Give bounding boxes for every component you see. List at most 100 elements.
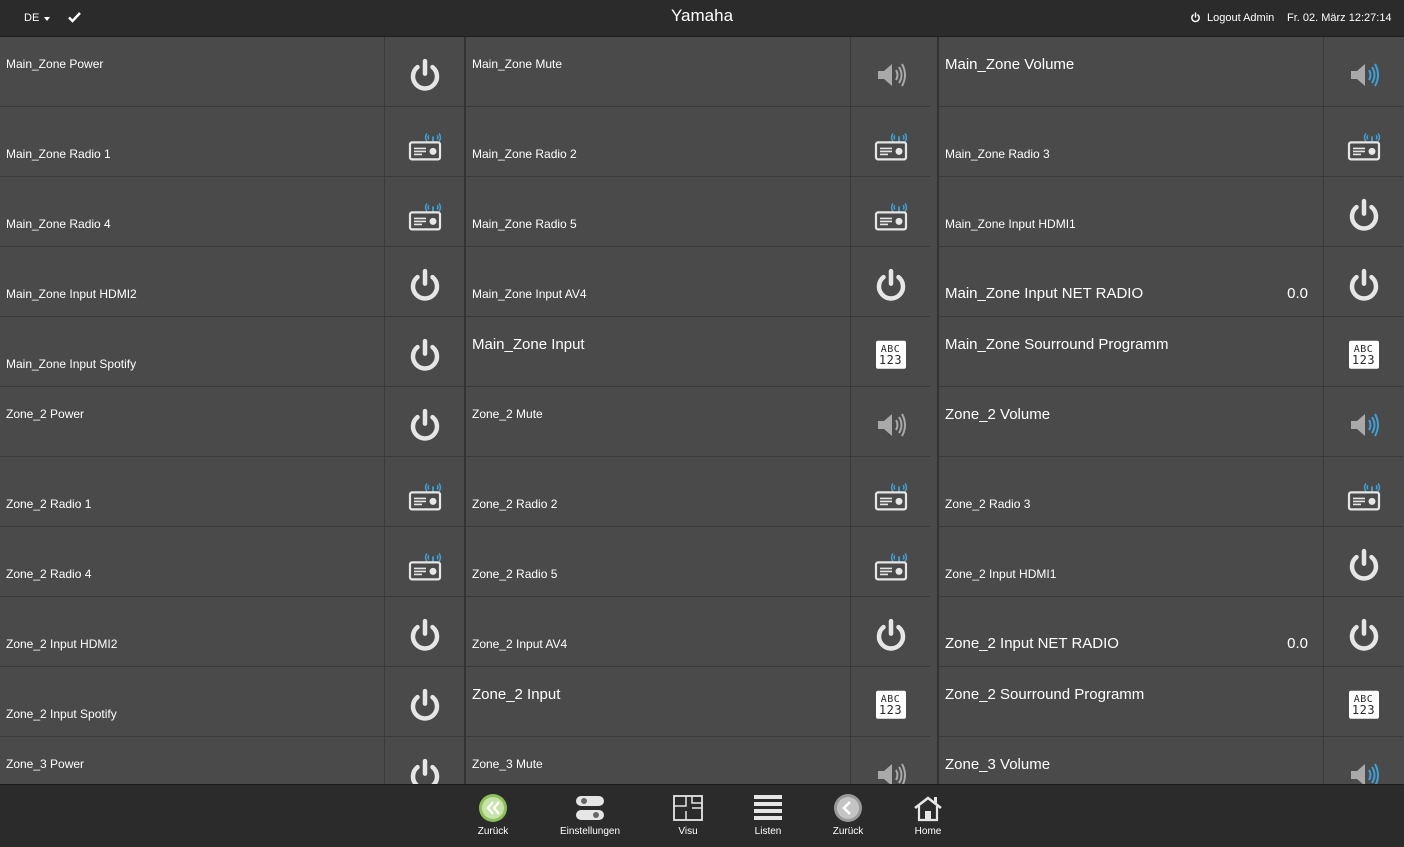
power-icon	[876, 618, 905, 651]
power-button[interactable]	[384, 667, 464, 736]
abc-button[interactable]: ABC 123	[1323, 317, 1403, 386]
control-label: Zone_3 Volume	[945, 756, 1051, 773]
toggles-icon	[576, 796, 604, 820]
control-label: Main_Zone Input HDMI2	[6, 287, 137, 301]
control-label: Zone_2 Power	[6, 407, 85, 421]
abc-icon: ABC 123	[875, 690, 906, 719]
nav-label: Listen	[754, 826, 782, 837]
datetime: Fr. 02. März 12:27:14	[1287, 12, 1392, 24]
control-tile: Main_Zone Input NET RADIO 0.0	[939, 247, 1403, 317]
power-button[interactable]	[1323, 247, 1403, 316]
power-button[interactable]	[384, 387, 464, 456]
power-button[interactable]	[384, 597, 464, 666]
radio-button[interactable]	[384, 457, 464, 526]
radio-icon	[1347, 132, 1380, 161]
radio-icon	[408, 132, 441, 161]
control-grid: Main_Zone Power Main_Zone Radio 1 Main_Z…	[0, 37, 1404, 784]
control-label: Zone_2 Input NET RADIO	[945, 635, 1119, 652]
control-label: Zone_2 Radio 2	[472, 497, 558, 511]
nav-list-button[interactable]: Listen	[728, 793, 808, 837]
power-button[interactable]	[850, 597, 930, 666]
chevron-left-icon	[834, 794, 862, 822]
abc-icon: ABC 123	[875, 340, 906, 369]
control-label: Main_Zone Mute	[472, 57, 563, 71]
radio-button[interactable]	[1323, 107, 1403, 176]
abc-icon: ABC 123	[1348, 690, 1379, 719]
control-label: Zone_2 Input Spotify	[6, 707, 117, 721]
control-tile: Zone_3 Power	[0, 737, 464, 784]
control-value: 0.0	[1287, 635, 1308, 652]
power-icon	[410, 408, 439, 441]
power-icon	[410, 338, 439, 371]
radio-icon	[874, 132, 907, 161]
nav-chevron-left-button[interactable]: Zurück	[808, 793, 888, 837]
radio-icon	[408, 552, 441, 581]
radio-button[interactable]	[384, 527, 464, 596]
floorplan-icon	[673, 795, 703, 821]
power-button[interactable]	[384, 317, 464, 386]
radio-icon	[408, 202, 441, 230]
control-label: Zone_2 Sourround Programm	[945, 686, 1145, 703]
control-tile: Main_Zone Input ABC 123	[466, 317, 930, 387]
abc-button[interactable]: ABC 123	[1323, 667, 1403, 736]
power-button[interactable]	[850, 247, 930, 316]
nav-double-chevron-left-button[interactable]: Zurück	[453, 793, 533, 837]
control-tile: Main_Zone Radio 2	[466, 107, 930, 177]
control-tile: Zone_3 Volume	[939, 737, 1403, 784]
mute-button[interactable]	[850, 737, 930, 784]
control-label: Main_Zone Radio 2	[472, 147, 577, 161]
power-button[interactable]	[384, 247, 464, 316]
abc-button[interactable]: ABC 123	[850, 667, 930, 736]
control-tile: Zone_2 Input ABC 123	[466, 667, 930, 737]
radio-button[interactable]	[850, 107, 930, 176]
power-button[interactable]	[1323, 527, 1403, 596]
control-label: Main_Zone Radio 3	[945, 147, 1050, 161]
radio-button[interactable]	[384, 177, 464, 246]
control-tile: Main_Zone Input HDMI2	[0, 247, 464, 317]
power-button[interactable]	[1323, 177, 1403, 246]
control-tile: Zone_2 Input NET RADIO 0.0	[939, 597, 1403, 667]
volume-button[interactable]	[1323, 737, 1403, 784]
bottom-nav: Zurück Einstellungen Visu Listen Zurück …	[0, 784, 1404, 847]
nav-floorplan-button[interactable]: Visu	[648, 793, 728, 837]
volume-button[interactable]	[1323, 37, 1403, 106]
control-label: Zone_2 Input AV4	[472, 637, 568, 651]
mute-button[interactable]	[850, 387, 930, 456]
logout-button[interactable]: Logout Admin	[1190, 12, 1274, 24]
control-label: Main_Zone Sourround Programm	[945, 336, 1169, 353]
control-tile: Zone_2 Input Spotify	[0, 667, 464, 737]
power-icon	[1349, 268, 1378, 301]
nav-home-button[interactable]: Home	[888, 793, 968, 837]
control-label: Zone_3 Mute	[472, 757, 543, 771]
control-tile: Main_Zone Mute	[466, 37, 930, 107]
volume-button[interactable]	[1323, 387, 1403, 456]
control-label: Main_Zone Radio 5	[472, 217, 577, 231]
radio-icon	[874, 482, 907, 510]
nav-toggles-button[interactable]: Einstellungen	[550, 793, 630, 837]
power-icon	[1349, 548, 1378, 581]
control-label: Zone_2 Radio 3	[945, 497, 1031, 511]
power-button[interactable]	[1323, 597, 1403, 666]
control-label: Main_Zone Radio 4	[6, 217, 111, 231]
double-chevron-left-icon	[479, 794, 507, 822]
control-label: Main_Zone Input NET RADIO	[945, 285, 1144, 302]
top-bar: DE Yamaha Logout Admin Fr. 02. März 12:2…	[0, 0, 1404, 37]
power-icon	[1349, 618, 1378, 651]
abc-button[interactable]: ABC 123	[850, 317, 930, 386]
control-tile: Main_Zone Radio 1	[0, 107, 464, 177]
radio-button[interactable]	[850, 527, 930, 596]
control-label: Zone_2 Mute	[472, 407, 543, 421]
radio-button[interactable]	[384, 107, 464, 176]
radio-button[interactable]	[850, 457, 930, 526]
control-tile: Main_Zone Radio 4	[0, 177, 464, 247]
control-label: Zone_2 Radio 1	[6, 497, 92, 511]
power-icon	[410, 758, 439, 784]
radio-button[interactable]	[850, 177, 930, 246]
control-value: 0.0	[1287, 285, 1308, 302]
control-label: Zone_2 Radio 5	[472, 567, 558, 581]
power-button[interactable]	[384, 737, 464, 784]
control-tile: Zone_2 Volume	[939, 387, 1403, 457]
power-button[interactable]	[384, 37, 464, 106]
mute-button[interactable]	[850, 37, 930, 106]
radio-button[interactable]	[1323, 457, 1403, 526]
